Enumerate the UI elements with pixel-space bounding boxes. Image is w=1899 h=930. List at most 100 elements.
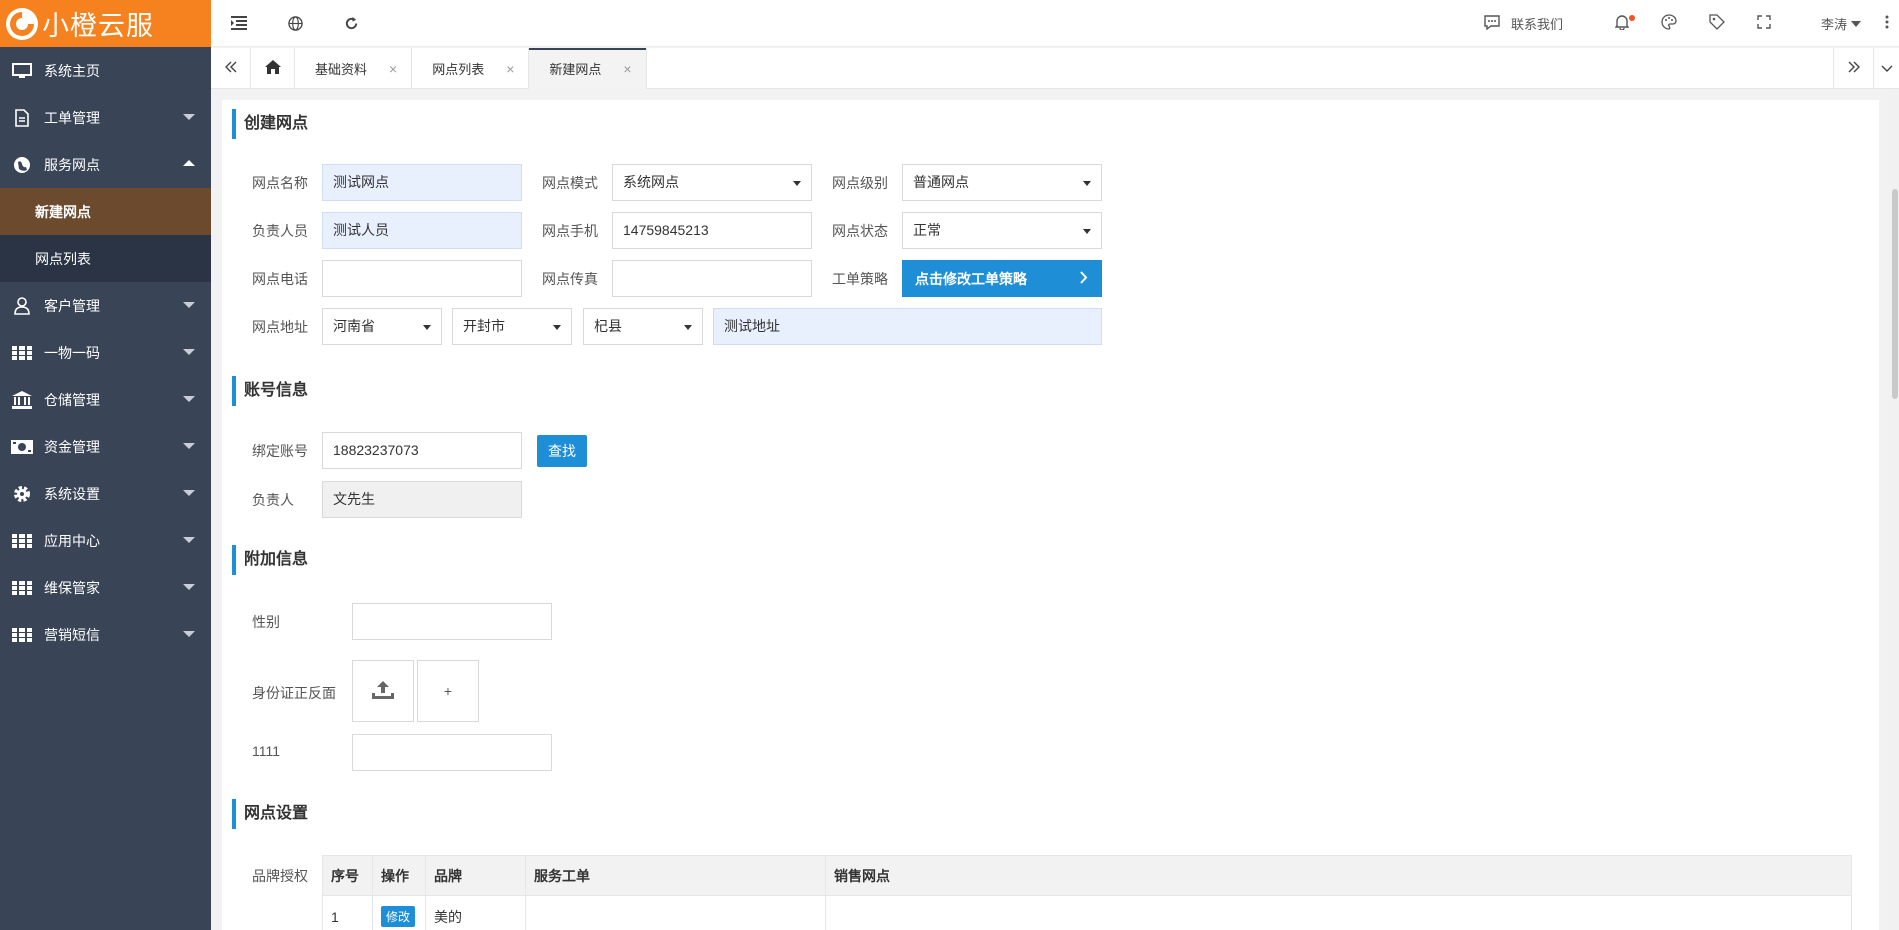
- sidebar: 小橙云服 系统主页 工单管理 服务网点 新建网点 网点列表 客户管理 一物一码 …: [0, 0, 211, 930]
- sidebar-item-label: 服务网点: [44, 156, 100, 173]
- sidebar-submenu: 新建网点 网点列表: [0, 188, 211, 282]
- edit-strategy-button[interactable]: 点击修改工单策略: [902, 260, 1102, 297]
- sidebar-subitem-new-point[interactable]: 新建网点: [0, 188, 211, 235]
- column-header: 销售网点: [825, 855, 1852, 896]
- fullscreen-button[interactable]: [1741, 0, 1787, 47]
- sidebar-item-service-point[interactable]: 服务网点: [0, 141, 211, 188]
- user-menu[interactable]: 李涛: [1805, 0, 1875, 47]
- chevron-down-icon: [183, 114, 195, 120]
- sidebar-item-home[interactable]: 系统主页: [0, 47, 211, 94]
- bind-account-input[interactable]: 18823237073: [322, 432, 522, 469]
- close-icon[interactable]: ×: [623, 61, 631, 77]
- sidebar-item-label: 客户管理: [44, 297, 100, 314]
- tab-bar-right: [1833, 48, 1899, 89]
- chevron-up-icon: [183, 160, 195, 166]
- contact-us-button[interactable]: 联系我们: [1467, 0, 1579, 47]
- point-name-input[interactable]: 测试网点: [322, 164, 522, 201]
- chevron-down-icon: [183, 443, 195, 449]
- tab-scroll-right-button[interactable]: [1833, 48, 1873, 89]
- palette-icon: [1661, 14, 1677, 33]
- scrollbar[interactable]: [1889, 89, 1899, 930]
- tab-label: 网点列表: [432, 62, 485, 77]
- sidebar-item-customer[interactable]: 客户管理: [0, 282, 211, 329]
- strategy-label: 工单策略: [832, 271, 888, 287]
- close-icon[interactable]: ×: [389, 61, 397, 77]
- edit-row-button[interactable]: 修改: [381, 906, 416, 927]
- tab-new-point[interactable]: 新建网点 ×: [529, 48, 647, 89]
- city-select[interactable]: 开封市: [452, 308, 572, 345]
- bell-icon: [1614, 14, 1630, 33]
- sidebar-subitem-point-list[interactable]: 网点列表: [0, 235, 211, 282]
- sidebar-item-label: 应用中心: [44, 532, 100, 549]
- sidebar-item-sms[interactable]: 营销短信: [0, 611, 211, 658]
- column-header: 序号: [322, 855, 373, 896]
- mobile-input[interactable]: 14759845213: [612, 212, 812, 249]
- monitor-icon: [10, 62, 34, 79]
- tag-button[interactable]: [1693, 0, 1741, 47]
- sidebar-item-app-center[interactable]: 应用中心: [0, 517, 211, 564]
- more-menu-button[interactable]: [1875, 0, 1899, 47]
- sidebar-item-finance[interactable]: 资金管理: [0, 423, 211, 470]
- close-icon[interactable]: ×: [506, 61, 514, 77]
- tab-point-list[interactable]: 网点列表 ×: [412, 48, 530, 89]
- address-detail-input[interactable]: 测试地址: [713, 308, 1102, 345]
- logo[interactable]: 小橙云服: [0, 0, 211, 47]
- grid-icon: [10, 345, 34, 360]
- double-chevron-right-icon: [1848, 61, 1860, 76]
- point-level-select[interactable]: 普通网点: [902, 164, 1102, 201]
- sidebar-item-workorder[interactable]: 工单管理: [0, 94, 211, 141]
- sidebar-item-label: 营销短信: [44, 626, 100, 643]
- scrollbar-thumb[interactable]: [1892, 189, 1898, 399]
- globe-icon: [10, 156, 34, 174]
- section-title-settings: 网点设置: [232, 799, 308, 829]
- refresh-icon[interactable]: [323, 0, 379, 47]
- more-vertical-icon: [1885, 15, 1889, 32]
- menu-toggle-icon[interactable]: [211, 0, 267, 47]
- chevron-down-icon: [183, 584, 195, 590]
- sidebar-item-maintenance[interactable]: 维保管家: [0, 564, 211, 611]
- fax-input[interactable]: [612, 260, 812, 297]
- chevron-down-icon: [183, 631, 195, 637]
- custom-field-input[interactable]: [352, 734, 552, 771]
- province-select[interactable]: 河南省: [322, 308, 442, 345]
- chevron-down-icon: [183, 349, 195, 355]
- edit-strategy-label: 点击修改工单策略: [915, 270, 1027, 287]
- tab-label: 新建网点: [549, 62, 602, 77]
- phone-input[interactable]: [322, 260, 522, 297]
- fax-label: 网点传真: [542, 271, 598, 287]
- top-bar: 联系我们 李涛: [211, 0, 1899, 47]
- phone-label: 网点电话: [252, 271, 308, 287]
- document-icon: [10, 108, 34, 127]
- home-icon: [264, 59, 282, 78]
- brand-auth-label: 品牌授权: [252, 868, 308, 884]
- add-image-button[interactable]: +: [417, 660, 479, 722]
- tab-basic-info[interactable]: 基础资料 ×: [295, 48, 413, 89]
- fullscreen-icon: [1757, 15, 1771, 32]
- sidebar-item-warehouse[interactable]: 仓储管理: [0, 376, 211, 423]
- point-level-label: 网点级别: [832, 175, 888, 191]
- sidebar-item-qrcode[interactable]: 一物一码: [0, 329, 211, 376]
- county-select[interactable]: 杞县: [583, 308, 703, 345]
- upload-button[interactable]: [352, 660, 414, 722]
- chevron-down-icon: [183, 490, 195, 496]
- gender-input[interactable]: [352, 603, 552, 640]
- point-mode-select[interactable]: 系统网点: [612, 164, 812, 201]
- theme-button[interactable]: [1645, 0, 1693, 47]
- grid-icon: [10, 627, 34, 642]
- tab-bar: 基础资料 × 网点列表 × 新建网点 ×: [211, 48, 1899, 89]
- sidebar-item-settings[interactable]: 系统设置: [0, 470, 211, 517]
- tab-menu-button[interactable]: [1873, 48, 1899, 89]
- notification-button[interactable]: [1599, 0, 1645, 47]
- column-header: 操作: [372, 855, 426, 896]
- status-select[interactable]: 正常: [902, 212, 1102, 249]
- owner-input[interactable]: 测试人员: [322, 212, 522, 249]
- globe-icon[interactable]: [267, 0, 323, 47]
- main-content: 创建网点 网点名称 测试网点 网点模式 系统网点 网点级别 普通网点 负责人员 …: [222, 100, 1879, 930]
- tag-icon: [1709, 14, 1725, 33]
- sidebar-item-label: 维保管家: [44, 579, 100, 596]
- money-icon: [10, 439, 34, 454]
- tab-scroll-left-button[interactable]: [211, 48, 251, 89]
- search-account-button[interactable]: 查找: [537, 435, 587, 467]
- row-brand: 美的: [425, 895, 526, 930]
- tab-home[interactable]: [251, 48, 295, 89]
